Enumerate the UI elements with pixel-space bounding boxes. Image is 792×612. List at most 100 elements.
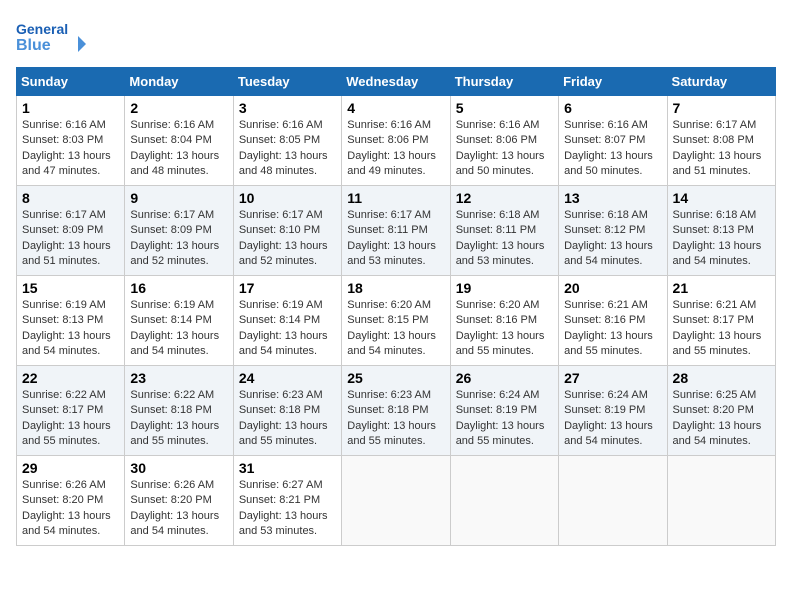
calendar-cell: 25 Sunrise: 6:23 AMSunset: 8:18 PMDaylig… (342, 366, 450, 456)
day-info: Sunrise: 6:22 AMSunset: 8:18 PMDaylight:… (130, 389, 219, 447)
day-info: Sunrise: 6:19 AMSunset: 8:14 PMDaylight:… (130, 299, 219, 357)
calendar-cell: 22 Sunrise: 6:22 AMSunset: 8:17 PMDaylig… (17, 366, 125, 456)
calendar-cell: 20 Sunrise: 6:21 AMSunset: 8:16 PMDaylig… (559, 276, 667, 366)
calendar-cell: 29 Sunrise: 6:26 AMSunset: 8:20 PMDaylig… (17, 456, 125, 546)
day-number: 17 (239, 280, 336, 296)
logo-svg: General Blue (16, 16, 86, 61)
day-number: 27 (564, 370, 661, 386)
calendar-cell: 16 Sunrise: 6:19 AMSunset: 8:14 PMDaylig… (125, 276, 233, 366)
day-number: 8 (22, 190, 119, 206)
calendar-cell: 3 Sunrise: 6:16 AMSunset: 8:05 PMDayligh… (233, 96, 341, 186)
day-info: Sunrise: 6:17 AMSunset: 8:11 PMDaylight:… (347, 209, 436, 267)
calendar-cell (667, 456, 775, 546)
day-info: Sunrise: 6:16 AMSunset: 8:04 PMDaylight:… (130, 119, 219, 177)
calendar-week-3: 15 Sunrise: 6:19 AMSunset: 8:13 PMDaylig… (17, 276, 776, 366)
day-number: 9 (130, 190, 227, 206)
day-number: 15 (22, 280, 119, 296)
day-info: Sunrise: 6:16 AMSunset: 8:05 PMDaylight:… (239, 119, 328, 177)
calendar-cell: 7 Sunrise: 6:17 AMSunset: 8:08 PMDayligh… (667, 96, 775, 186)
day-number: 29 (22, 460, 119, 476)
calendar-week-4: 22 Sunrise: 6:22 AMSunset: 8:17 PMDaylig… (17, 366, 776, 456)
weekday-header-thursday: Thursday (450, 68, 558, 96)
day-info: Sunrise: 6:16 AMSunset: 8:06 PMDaylight:… (347, 119, 436, 177)
svg-text:General: General (16, 21, 68, 37)
day-number: 24 (239, 370, 336, 386)
day-number: 7 (673, 100, 770, 116)
day-info: Sunrise: 6:17 AMSunset: 8:09 PMDaylight:… (130, 209, 219, 267)
day-info: Sunrise: 6:18 AMSunset: 8:12 PMDaylight:… (564, 209, 653, 267)
day-number: 4 (347, 100, 444, 116)
calendar-cell: 2 Sunrise: 6:16 AMSunset: 8:04 PMDayligh… (125, 96, 233, 186)
weekday-header-monday: Monday (125, 68, 233, 96)
day-info: Sunrise: 6:21 AMSunset: 8:16 PMDaylight:… (564, 299, 653, 357)
calendar-cell: 19 Sunrise: 6:20 AMSunset: 8:16 PMDaylig… (450, 276, 558, 366)
day-info: Sunrise: 6:23 AMSunset: 8:18 PMDaylight:… (347, 389, 436, 447)
day-number: 1 (22, 100, 119, 116)
calendar-cell: 18 Sunrise: 6:20 AMSunset: 8:15 PMDaylig… (342, 276, 450, 366)
calendar-cell: 24 Sunrise: 6:23 AMSunset: 8:18 PMDaylig… (233, 366, 341, 456)
day-number: 3 (239, 100, 336, 116)
day-info: Sunrise: 6:24 AMSunset: 8:19 PMDaylight:… (456, 389, 545, 447)
calendar-week-5: 29 Sunrise: 6:26 AMSunset: 8:20 PMDaylig… (17, 456, 776, 546)
day-number: 18 (347, 280, 444, 296)
svg-text:Blue: Blue (16, 37, 51, 54)
calendar-cell: 15 Sunrise: 6:19 AMSunset: 8:13 PMDaylig… (17, 276, 125, 366)
calendar-cell (342, 456, 450, 546)
calendar-cell: 6 Sunrise: 6:16 AMSunset: 8:07 PMDayligh… (559, 96, 667, 186)
day-info: Sunrise: 6:19 AMSunset: 8:13 PMDaylight:… (22, 299, 111, 357)
day-number: 26 (456, 370, 553, 386)
calendar-cell (450, 456, 558, 546)
weekday-header-friday: Friday (559, 68, 667, 96)
calendar-cell: 21 Sunrise: 6:21 AMSunset: 8:17 PMDaylig… (667, 276, 775, 366)
day-info: Sunrise: 6:23 AMSunset: 8:18 PMDaylight:… (239, 389, 328, 447)
weekday-header-sunday: Sunday (17, 68, 125, 96)
logo: General Blue (16, 16, 86, 61)
day-info: Sunrise: 6:26 AMSunset: 8:20 PMDaylight:… (22, 479, 111, 537)
calendar-cell: 28 Sunrise: 6:25 AMSunset: 8:20 PMDaylig… (667, 366, 775, 456)
weekday-header-wednesday: Wednesday (342, 68, 450, 96)
calendar-cell: 17 Sunrise: 6:19 AMSunset: 8:14 PMDaylig… (233, 276, 341, 366)
day-info: Sunrise: 6:20 AMSunset: 8:16 PMDaylight:… (456, 299, 545, 357)
calendar-cell: 5 Sunrise: 6:16 AMSunset: 8:06 PMDayligh… (450, 96, 558, 186)
calendar-cell: 9 Sunrise: 6:17 AMSunset: 8:09 PMDayligh… (125, 186, 233, 276)
calendar-cell: 14 Sunrise: 6:18 AMSunset: 8:13 PMDaylig… (667, 186, 775, 276)
calendar-cell: 12 Sunrise: 6:18 AMSunset: 8:11 PMDaylig… (450, 186, 558, 276)
calendar-cell: 8 Sunrise: 6:17 AMSunset: 8:09 PMDayligh… (17, 186, 125, 276)
day-number: 19 (456, 280, 553, 296)
weekday-header-saturday: Saturday (667, 68, 775, 96)
calendar-cell: 4 Sunrise: 6:16 AMSunset: 8:06 PMDayligh… (342, 96, 450, 186)
calendar-cell: 30 Sunrise: 6:26 AMSunset: 8:20 PMDaylig… (125, 456, 233, 546)
day-info: Sunrise: 6:17 AMSunset: 8:10 PMDaylight:… (239, 209, 328, 267)
day-info: Sunrise: 6:19 AMSunset: 8:14 PMDaylight:… (239, 299, 328, 357)
day-number: 11 (347, 190, 444, 206)
day-info: Sunrise: 6:16 AMSunset: 8:03 PMDaylight:… (22, 119, 111, 177)
day-number: 14 (673, 190, 770, 206)
day-info: Sunrise: 6:24 AMSunset: 8:19 PMDaylight:… (564, 389, 653, 447)
day-number: 6 (564, 100, 661, 116)
day-info: Sunrise: 6:22 AMSunset: 8:17 PMDaylight:… (22, 389, 111, 447)
calendar-cell: 31 Sunrise: 6:27 AMSunset: 8:21 PMDaylig… (233, 456, 341, 546)
day-number: 22 (22, 370, 119, 386)
day-info: Sunrise: 6:27 AMSunset: 8:21 PMDaylight:… (239, 479, 328, 537)
day-number: 13 (564, 190, 661, 206)
day-info: Sunrise: 6:16 AMSunset: 8:07 PMDaylight:… (564, 119, 653, 177)
calendar-cell: 26 Sunrise: 6:24 AMSunset: 8:19 PMDaylig… (450, 366, 558, 456)
day-number: 5 (456, 100, 553, 116)
calendar-cell: 1 Sunrise: 6:16 AMSunset: 8:03 PMDayligh… (17, 96, 125, 186)
day-number: 2 (130, 100, 227, 116)
calendar-cell: 11 Sunrise: 6:17 AMSunset: 8:11 PMDaylig… (342, 186, 450, 276)
day-number: 21 (673, 280, 770, 296)
calendar-cell: 10 Sunrise: 6:17 AMSunset: 8:10 PMDaylig… (233, 186, 341, 276)
day-info: Sunrise: 6:18 AMSunset: 8:13 PMDaylight:… (673, 209, 762, 267)
day-info: Sunrise: 6:17 AMSunset: 8:09 PMDaylight:… (22, 209, 111, 267)
page-header: General Blue (16, 16, 776, 61)
day-info: Sunrise: 6:21 AMSunset: 8:17 PMDaylight:… (673, 299, 762, 357)
day-info: Sunrise: 6:18 AMSunset: 8:11 PMDaylight:… (456, 209, 545, 267)
calendar-cell: 27 Sunrise: 6:24 AMSunset: 8:19 PMDaylig… (559, 366, 667, 456)
calendar-cell (559, 456, 667, 546)
day-number: 20 (564, 280, 661, 296)
day-number: 23 (130, 370, 227, 386)
day-number: 12 (456, 190, 553, 206)
day-number: 30 (130, 460, 227, 476)
day-number: 28 (673, 370, 770, 386)
